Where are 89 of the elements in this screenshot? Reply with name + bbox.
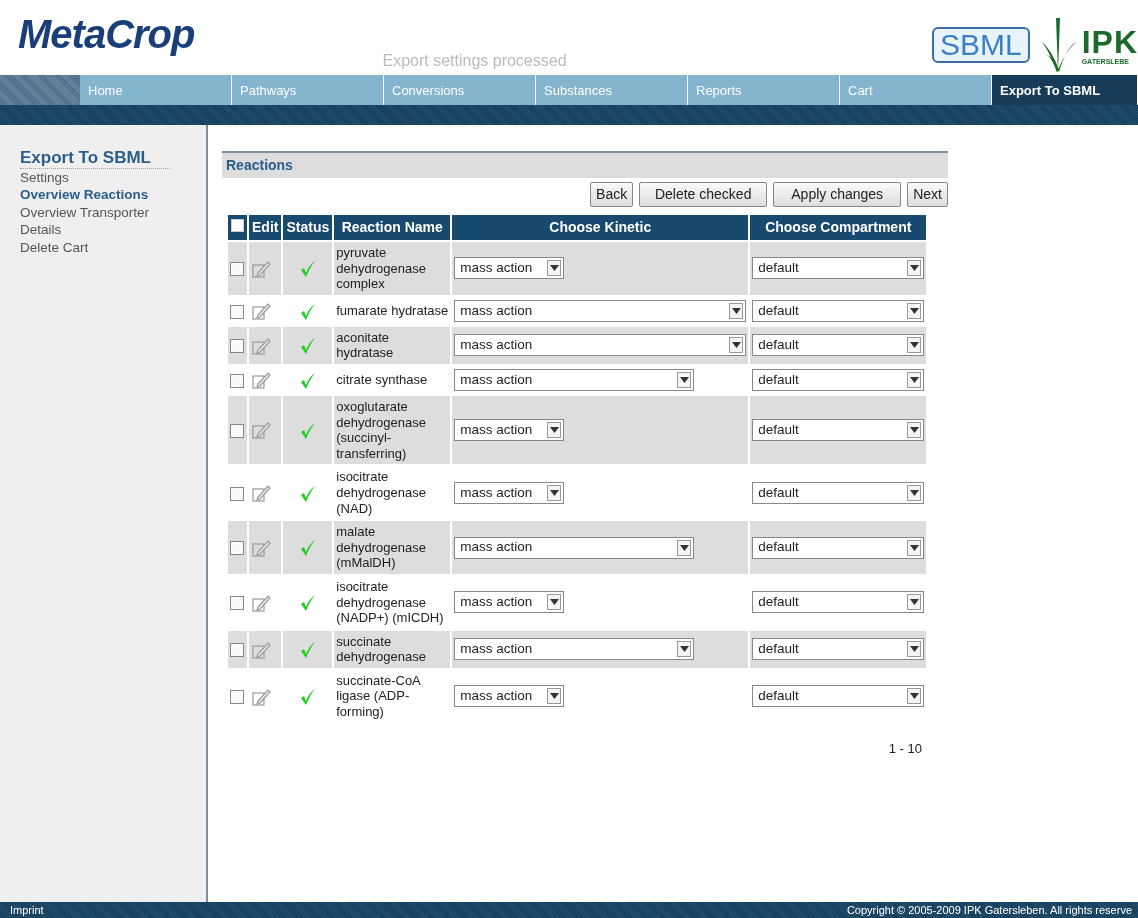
kinetic-select[interactable]: mass action: [454, 536, 695, 559]
row-checkbox[interactable]: [230, 596, 244, 611]
sidebar-link[interactable]: Details: [20, 221, 206, 239]
row-checkbox[interactable]: [230, 690, 244, 705]
kinetic-select[interactable]: mass action: [454, 591, 565, 614]
reaction-name: aconitate hydratase: [336, 329, 395, 361]
status-message: Export settings processed: [382, 51, 567, 71]
dropdown-arrow-icon: [549, 599, 559, 606]
action-button[interactable]: Back: [590, 182, 634, 207]
dropdown-arrow-icon: [909, 544, 919, 551]
grass-icon: [1037, 18, 1078, 72]
row-checkbox[interactable]: [230, 643, 244, 658]
dropdown-arrow-icon: [909, 342, 919, 349]
kinetic-select[interactable]: mass action: [454, 299, 747, 322]
kinetic-select[interactable]: mass action: [454, 685, 565, 708]
pencil-icon[interactable]: [251, 483, 271, 503]
row-checkbox[interactable]: [230, 486, 244, 501]
select-all-checkbox[interactable]: [231, 219, 244, 232]
dropdown-arrow-icon: [679, 376, 689, 383]
action-button[interactable]: Delete checked: [639, 182, 768, 207]
reaction-name: fumarate hydratase: [336, 303, 449, 319]
compartment-select[interactable]: default: [752, 638, 925, 661]
reaction-name: citrate synthase: [336, 372, 429, 388]
kinetic-select[interactable]: mass action: [454, 334, 747, 357]
pager-text: 1 - 10: [888, 740, 922, 756]
reaction-name: isocitrate dehydrogenase (NAD): [336, 469, 427, 517]
copyright-text: Copyright © 2005-2009 IPK Gatersleben. All rights reserve: [846, 902, 1132, 918]
pencil-icon[interactable]: [251, 420, 271, 441]
column-header: Edit: [249, 215, 282, 240]
compartment-select[interactable]: default: [752, 481, 925, 504]
action-button[interactable]: Apply changes: [773, 182, 902, 207]
pencil-icon[interactable]: [251, 301, 271, 322]
reaction-name: malate dehydrogenase (mMalDH): [336, 524, 427, 571]
dropdown-arrow-icon: [549, 265, 559, 272]
row-checkbox[interactable]: [230, 304, 244, 319]
compartment-select[interactable]: default: [752, 685, 925, 708]
dropdown-arrow-icon: [909, 489, 919, 496]
compartment-select[interactable]: default: [752, 536, 925, 559]
reaction-name: succinate dehydrogenase: [336, 633, 427, 665]
row-checkbox[interactable]: [230, 373, 244, 388]
compartment-select[interactable]: default: [752, 591, 925, 614]
action-button[interactable]: Next: [907, 182, 948, 207]
kinetic-select[interactable]: mass action: [454, 638, 695, 661]
row-checkbox[interactable]: [230, 339, 244, 354]
column-header: Status: [283, 215, 333, 240]
panel-title: Reactions: [222, 151, 948, 178]
sbml-logo: SBML: [931, 27, 1030, 63]
dropdown-arrow-icon: [909, 693, 919, 700]
reaction-name: isocitrate dehydrogenase (NADP+) (mICDH): [336, 578, 445, 626]
row-checkbox[interactable]: [230, 262, 244, 277]
reaction-name: succinate-CoA ligase (ADP-forming): [336, 672, 422, 720]
site-logo[interactable]: MetaCrop: [18, 14, 195, 54]
reaction-name: pyruvate dehydrogenase complex: [336, 245, 427, 292]
dropdown-arrow-icon: [909, 599, 919, 606]
dropdown-arrow-icon: [909, 265, 919, 272]
compartment-select[interactable]: default: [752, 299, 925, 322]
kinetic-select[interactable]: mass action: [454, 481, 565, 504]
dropdown-arrow-icon: [549, 693, 559, 700]
dropdown-arrow-icon: [549, 427, 559, 434]
kinetic-select[interactable]: mass action: [454, 257, 565, 280]
dropdown-arrow-icon: [909, 646, 919, 653]
reaction-name: oxoglutarate dehydrogenase (succinyl-transferring): [336, 398, 427, 462]
compartment-select[interactable]: default: [752, 257, 925, 280]
dropdown-arrow-icon: [731, 342, 741, 349]
dropdown-arrow-icon: [909, 307, 919, 314]
compartment-select[interactable]: default: [752, 368, 925, 391]
dropdown-arrow-icon: [679, 544, 689, 551]
row-checkbox[interactable]: [230, 423, 244, 438]
dropdown-arrow-icon: [549, 489, 559, 496]
column-header: Choose Kinetic: [452, 215, 749, 240]
row-checkbox[interactable]: [230, 541, 244, 556]
column-header: Reaction Name: [334, 215, 451, 240]
dropdown-arrow-icon: [909, 376, 919, 383]
compartment-select[interactable]: default: [752, 419, 925, 442]
nav-tab[interactable]: Export To SBML: [992, 75, 1138, 105]
kinetic-select[interactable]: mass action: [454, 368, 695, 391]
sidebar-link[interactable]: Overview Transporter: [20, 203, 206, 222]
compartment-select[interactable]: default: [752, 334, 925, 357]
column-header: Choose Compartment: [750, 215, 927, 240]
sidebar-link[interactable]: Settings: [20, 168, 206, 187]
pencil-icon[interactable]: [251, 370, 271, 391]
sidebar-link[interactable]: Overview Reactions: [20, 186, 206, 204]
sidebar-link[interactable]: Delete Cart: [20, 238, 206, 257]
sidebar-title: Export To SBML: [20, 149, 170, 169]
imprint-link[interactable]: Imprint: [10, 901, 44, 918]
dropdown-arrow-icon: [679, 646, 689, 653]
kinetic-select[interactable]: mass action: [454, 419, 565, 442]
dropdown-arrow-icon: [731, 307, 741, 314]
dropdown-arrow-icon: [909, 427, 919, 434]
